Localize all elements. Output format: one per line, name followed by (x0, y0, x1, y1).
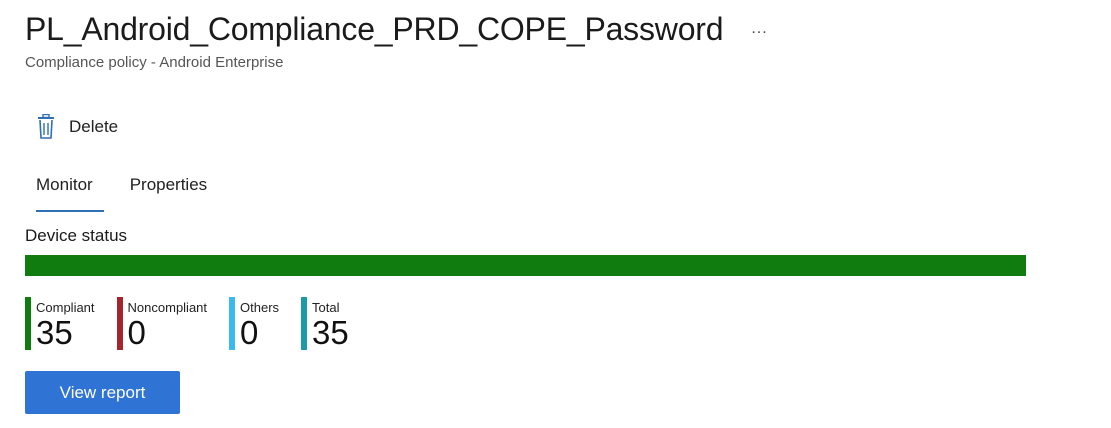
view-report-button[interactable]: View report (25, 371, 180, 414)
device-status-stats: Compliant 35 Noncompliant 0 Others 0 Tot… (25, 297, 371, 350)
device-status-bar-fill (25, 255, 1026, 276)
more-options-button[interactable]: ... (751, 8, 767, 50)
tab-monitor[interactable]: Monitor (25, 166, 104, 212)
stat-total-value: 35 (312, 314, 349, 351)
stat-compliant: Compliant 35 (25, 297, 95, 350)
page-subtitle: Compliance policy - Android Enterprise (25, 54, 284, 71)
page-title: PL_Android_Compliance_PRD_COPE_Password (25, 11, 724, 47)
trash-icon (36, 113, 56, 140)
tab-list: Monitor Properties (25, 166, 233, 212)
stat-total: Total 35 (301, 297, 349, 350)
stat-noncompliant-stripe (116, 297, 123, 350)
stat-noncompliant-value: 0 (127, 314, 146, 351)
stat-noncompliant: Noncompliant 0 (116, 297, 207, 351)
delete-label: Delete (69, 117, 119, 136)
page-header: PL_Android_Compliance_PRD_COPE_Password … (25, 8, 768, 50)
stat-compliant-value: 35 (36, 314, 73, 351)
device-status-bar (25, 255, 1026, 276)
stat-others: Others 0 (229, 297, 279, 350)
stat-others-value: 0 (240, 314, 259, 351)
device-status-title: Device status (25, 226, 128, 245)
stat-total-stripe (301, 297, 308, 350)
stat-compliant-stripe (25, 297, 31, 350)
delete-button[interactable]: Delete (36, 113, 119, 140)
tab-properties[interactable]: Properties (119, 166, 218, 212)
stat-others-stripe (229, 297, 236, 350)
